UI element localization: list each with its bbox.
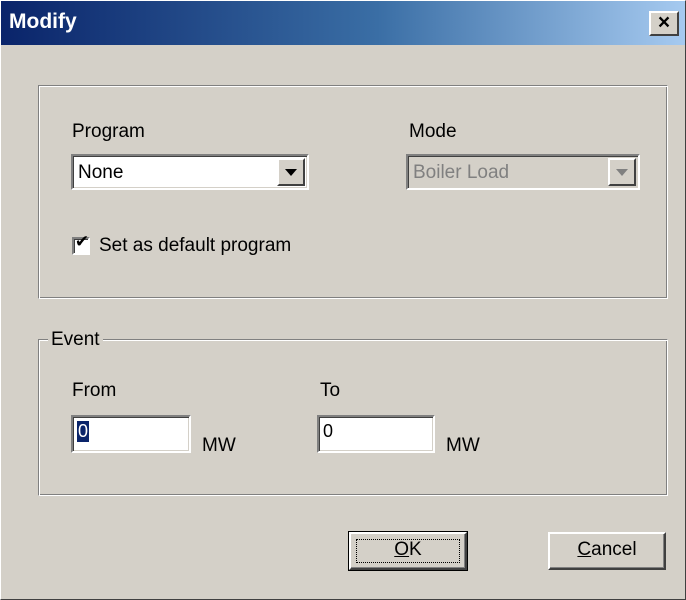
program-label: Program xyxy=(72,121,145,142)
mode-label: Mode xyxy=(409,121,457,142)
to-unit: MW xyxy=(446,435,480,456)
set-default-label[interactable]: Set as default program xyxy=(99,235,291,257)
modify-dialog: Modify × Program None Mode Boiler Load ✔… xyxy=(0,0,686,600)
close-icon: × xyxy=(657,11,671,34)
to-value: 0 xyxy=(323,421,334,441)
event-legend: Event xyxy=(48,329,103,351)
title-bar[interactable]: Modify × xyxy=(1,1,685,45)
window-title: Modify xyxy=(9,10,77,33)
mode-dropdown: Boiler Load xyxy=(406,154,640,190)
focus-rect xyxy=(356,539,460,563)
checkmark-icon: ✔ xyxy=(74,232,90,251)
close-button[interactable]: × xyxy=(649,11,679,36)
from-unit: MW xyxy=(202,435,236,456)
cancel-mnemonic: C xyxy=(577,539,592,560)
from-input[interactable]: 0 xyxy=(71,415,191,453)
cancel-label-rest: ancel xyxy=(591,539,637,560)
set-default-checkbox[interactable]: ✔ xyxy=(72,232,90,255)
cancel-button[interactable]: Cancel xyxy=(548,532,666,570)
to-label: To xyxy=(320,380,341,401)
from-label: From xyxy=(72,380,117,401)
program-dropdown-value: None xyxy=(78,162,124,183)
program-group xyxy=(38,85,668,299)
program-dropdown-button[interactable] xyxy=(277,158,305,186)
chevron-down-icon xyxy=(616,169,628,176)
ok-button[interactable]: OK xyxy=(348,531,468,571)
mode-dropdown-button xyxy=(608,158,636,186)
to-input[interactable]: 0 xyxy=(317,415,435,453)
from-value: 0 xyxy=(77,421,90,442)
program-dropdown[interactable]: None xyxy=(71,154,309,190)
mode-dropdown-value: Boiler Load xyxy=(413,162,510,183)
chevron-down-icon xyxy=(285,169,297,176)
